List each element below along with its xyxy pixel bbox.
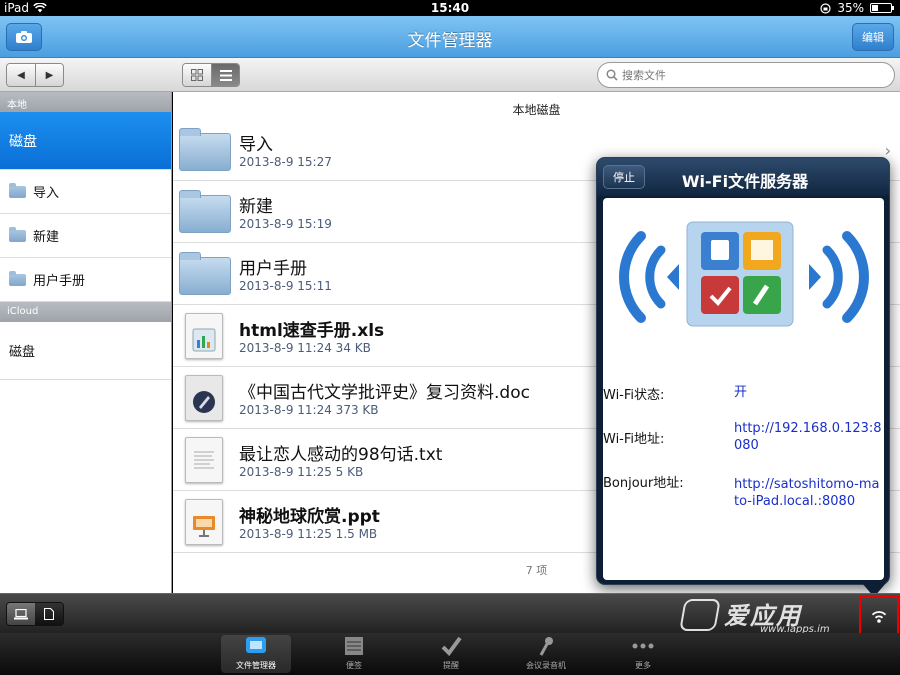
grid-icon xyxy=(191,69,203,81)
notes-icon xyxy=(343,636,365,660)
grid-view-button[interactable] xyxy=(183,64,211,86)
more-dots-icon xyxy=(631,636,655,660)
search-input[interactable] xyxy=(622,68,882,82)
folder-icon xyxy=(9,226,26,242)
forward-arrow-icon: ▶ xyxy=(45,69,54,81)
file-manager-icon xyxy=(245,636,267,660)
spreadsheet-file-icon xyxy=(185,313,223,359)
local-storage-button[interactable] xyxy=(7,603,35,625)
microphone-icon xyxy=(535,636,557,660)
wifi-icon xyxy=(871,611,887,623)
file-name: 《中国古代文学批评史》复习资料.doc xyxy=(239,383,530,403)
battery-percent: 35% xyxy=(837,1,864,15)
wifi-server-button[interactable] xyxy=(859,596,899,636)
file-name: html速查手册.xls xyxy=(239,321,385,341)
status-bar: iPad 15:40 35% xyxy=(0,0,900,16)
tab-label: 文件管理器 xyxy=(236,661,276,670)
toolbar: ◀ ▶ xyxy=(0,58,900,92)
list-icon xyxy=(219,69,232,81)
edit-button[interactable]: 编辑 xyxy=(852,23,894,51)
folder-icon xyxy=(9,270,26,286)
sidebar-header-local: 本地 xyxy=(0,92,171,112)
tab-notes[interactable]: 便签 xyxy=(319,635,389,673)
bonjour-address-value[interactable]: http://satoshitomo-mato-iPad.local.:8080 xyxy=(734,476,882,510)
tab-label: 更多 xyxy=(635,661,651,670)
tab-more[interactable]: 更多 xyxy=(608,635,678,673)
rotation-lock-icon xyxy=(820,2,831,14)
status-time: 15:40 xyxy=(430,1,470,15)
view-mode-toggle xyxy=(182,63,240,87)
list-view-button[interactable] xyxy=(211,64,239,86)
history-nav: ◀ ▶ xyxy=(6,63,64,87)
file-meta: 2013-8-9 11:25 5 KB xyxy=(239,465,364,479)
sidebar: 本地 磁盘 导入 新建 用户手册 iCloud 磁盘 xyxy=(0,92,172,593)
wifi-status-value: 开 xyxy=(734,385,748,400)
text-file-icon xyxy=(185,437,223,483)
document-storage-button[interactable] xyxy=(35,603,63,625)
tab-label: 便签 xyxy=(346,661,362,670)
folder-icon xyxy=(9,182,26,198)
file-name: 神秘地球欣赏.ppt xyxy=(239,507,380,527)
file-meta: 2013-8-9 15:19 xyxy=(239,217,332,231)
file-name: 新建 xyxy=(239,197,273,217)
sidebar-item-icloud-disk[interactable]: 磁盘 xyxy=(0,322,171,380)
file-meta: 2013-8-9 11:24 34 KB xyxy=(239,341,371,355)
wifi-server-popover: 停止 Wi-Fi文件服务器 Wi-Fi状态: 开 Wi-Fi地址: http:/… xyxy=(596,157,890,585)
file-meta: 2013-8-9 11:25 1.5 MB xyxy=(239,527,378,541)
wifi-server-illustration xyxy=(619,221,869,327)
back-arrow-icon: ◀ xyxy=(17,69,25,81)
sidebar-item-label: 磁盘 xyxy=(9,133,37,150)
popover-header: 停止 Wi-Fi文件服务器 xyxy=(597,158,889,196)
stop-button[interactable]: 停止 xyxy=(603,165,645,189)
search-box[interactable] xyxy=(597,62,895,88)
sidebar-item-manual[interactable]: 用户手册 xyxy=(0,258,171,302)
word-file-icon xyxy=(185,375,223,421)
forward-button[interactable]: ▶ xyxy=(35,64,63,86)
chevron-right-icon: › xyxy=(884,141,891,160)
nav-bar: 文件管理器 编辑 xyxy=(0,16,900,58)
presentation-file-icon xyxy=(185,499,223,545)
folder-icon xyxy=(179,190,231,233)
bonjour-address-label: Bonjour地址: xyxy=(603,476,684,491)
page-title: 文件管理器 xyxy=(407,31,493,51)
folder-icon xyxy=(179,128,231,171)
laptop-icon xyxy=(14,608,28,619)
sidebar-item-import[interactable]: 导入 xyxy=(0,170,171,214)
search-icon xyxy=(606,69,618,81)
tab-reminders[interactable]: 提醒 xyxy=(416,635,486,673)
sidebar-item-label: 新建 xyxy=(33,230,60,245)
battery-icon xyxy=(870,3,894,13)
tab-recorder[interactable]: 会议录音机 xyxy=(511,635,581,673)
iapps-logo-icon xyxy=(679,599,721,631)
list-header: 本地磁盘 xyxy=(512,103,561,117)
sidebar-item-label: 磁盘 xyxy=(9,345,36,360)
wifi-address-value[interactable]: http://192.168.0.123:8080 xyxy=(734,420,882,454)
sidebar-item-label: 导入 xyxy=(33,186,60,201)
watermark: 爱应用 www.iapps.im xyxy=(676,596,856,636)
checkmark-icon xyxy=(440,636,462,660)
storage-toggle xyxy=(6,602,64,626)
wifi-status-label: Wi-Fi状态: xyxy=(603,388,665,403)
tab-file-manager[interactable]: 文件管理器 xyxy=(221,635,291,673)
popover-body: Wi-Fi状态: 开 Wi-Fi地址: http://192.168.0.123… xyxy=(603,198,884,580)
popover-title: Wi-Fi文件服务器 xyxy=(681,172,809,191)
file-meta: 2013-8-9 15:11 xyxy=(239,279,332,293)
file-name: 导入 xyxy=(239,135,273,155)
sidebar-item-disk[interactable]: 磁盘 xyxy=(0,112,171,170)
tab-bar: 文件管理器 便签 提醒 会议录音机 更多 xyxy=(0,633,900,675)
document-icon xyxy=(44,608,54,620)
wifi-address-label: Wi-Fi地址: xyxy=(603,432,665,447)
file-name: 最让恋人感动的98句话.txt xyxy=(239,445,443,465)
file-meta: 2013-8-9 15:27 xyxy=(239,155,332,169)
folder-icon xyxy=(179,252,231,295)
tab-label: 会议录音机 xyxy=(526,661,566,670)
back-button[interactable]: ◀ xyxy=(7,64,35,86)
file-meta: 2013-8-9 11:24 373 KB xyxy=(239,403,379,417)
file-name: 用户手册 xyxy=(239,259,307,279)
tab-label: 提醒 xyxy=(443,661,459,670)
sidebar-header-icloud: iCloud xyxy=(0,302,171,322)
sidebar-item-new[interactable]: 新建 xyxy=(0,214,171,258)
sidebar-item-label: 用户手册 xyxy=(33,274,86,289)
